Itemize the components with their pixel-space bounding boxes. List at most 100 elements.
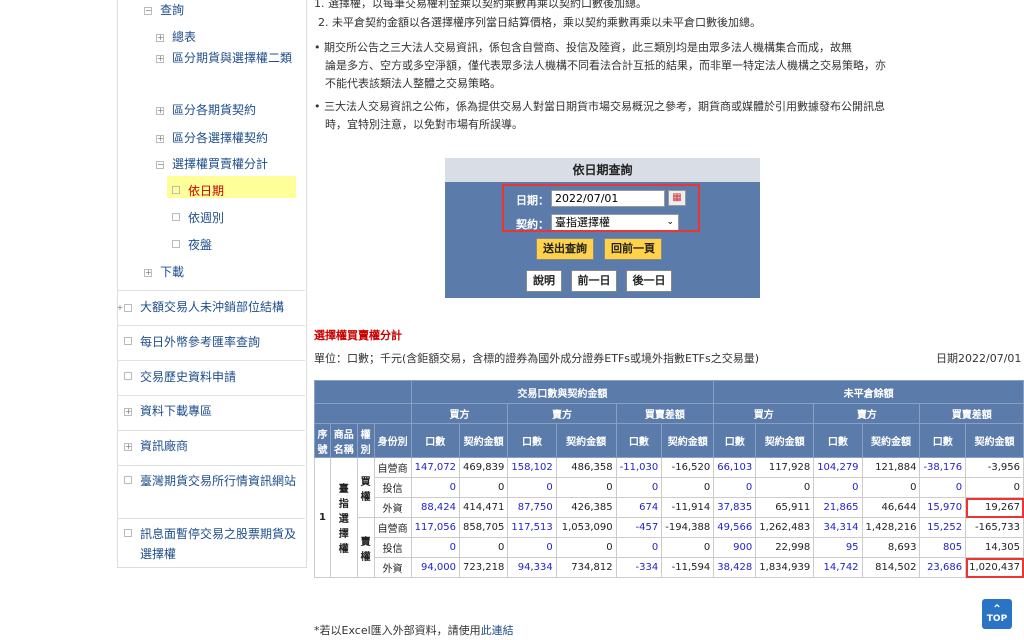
sidebar-item-16[interactable]: 訊息面暫停交易之股票期貨及選擇權 <box>124 524 300 564</box>
sidebar-item-4[interactable]: + 區分各選擇權契約 <box>156 128 268 148</box>
value-cell: 95 <box>813 537 863 558</box>
value-cell: -38,176 <box>919 457 967 478</box>
value-cell: 34,314 <box>813 517 863 538</box>
sidebar-divider <box>117 430 305 431</box>
call-cell: 買權 <box>356 457 375 518</box>
note-1: 1. 選擇權，以每筆交易權利金乘以契約乘數再乘以契約口數後加總。 <box>314 0 647 10</box>
note-4a: • 三大法人交易資訊之公佈，係為提供交易人對當日期貨市場交易概況之參考，期貨商或… <box>314 100 885 113</box>
table-row: 1 臺指選擇權 買權 自營商 147,072 469,839 158,102 486,358-… <box>314 457 1024 578</box>
sidebar-item-label: 選擇權買賣權分計 <box>172 157 269 171</box>
excel-link[interactable]: 此連結 <box>481 624 514 637</box>
value-cell: 0 <box>458 477 509 498</box>
value-cell: 414,471 <box>458 497 509 518</box>
value-cell: 22,998 <box>755 537 815 558</box>
excel-note-text: *若以Excel匯入外部資料，請使用 <box>314 624 481 637</box>
table-row: 投信 0 0 0 0 0 0 0 0 0 0 0 0 <box>315 477 1024 498</box>
sidebar-item-5[interactable]: − 選擇權買賣權分計 <box>156 154 268 174</box>
value-cell: -16,520 <box>661 457 715 478</box>
sidebar-item-12[interactable]: 交易歷史資料申請 <box>124 367 236 387</box>
back-button[interactable]: 回前一頁 <box>604 238 662 260</box>
value-cell: -11,914 <box>661 497 715 518</box>
dot-icon <box>124 476 132 484</box>
value-cell: 1,834,939 <box>755 557 815 578</box>
header-amount: 契約金額 <box>755 423 815 458</box>
value-cell: 814,502 <box>861 557 921 578</box>
product-cell: 臺指選擇權 <box>329 457 358 578</box>
sidebar-item-3[interactable]: + 區分各期貨契約 <box>156 100 256 120</box>
table-row: 投信 0 0 0 0 0 0 900 22,998 95 8,693 805 14,305 <box>315 537 1024 558</box>
sidebar-item-9[interactable]: + 下載 <box>144 262 184 282</box>
value-cell: -334 <box>615 557 663 578</box>
table-row: 外資 88,424 414,471 87,750 426,385 674 -11,914 37… <box>315 497 1024 518</box>
minus-icon: − <box>144 6 152 15</box>
sidebar-item-1[interactable]: + 總表 <box>156 27 196 47</box>
options-table: 交易口數與契約金額 未平倉餘額 買方 賣方 買賣差額 買方 賣方 買賣差額 序號… <box>314 380 1024 578</box>
value-cell: 0 <box>555 477 617 498</box>
value-cell: 23,686 <box>919 557 967 578</box>
sidebar-item-13[interactable]: + 資料下載專區 <box>124 401 212 421</box>
table-row: 賣權 自營商 117,056 858,705 117,513 1,053,090 -457-… <box>315 517 1024 578</box>
header-buy: 買方 <box>410 403 509 424</box>
unit-text: 單位：口數；千元(含鉅額交易，含標的證券為國外成分證券ETFs或境外指數ETFs… <box>314 352 760 365</box>
header-sell: 賣方 <box>507 403 617 424</box>
sidebar-divider <box>117 325 305 326</box>
value-cell: 1,428,216 <box>861 517 921 538</box>
note-2: 2. 未平倉契約金額以各選擇權序列當日結算價格，乘以契約乘數再乘以未平倉口數後加… <box>318 16 761 29</box>
value-cell: 15,252 <box>919 517 967 538</box>
sidebar-item-label: 大額交易人未沖銷部位結構 <box>140 300 285 314</box>
value-cell: -11,594 <box>661 557 715 578</box>
sidebar-item-10[interactable]: + 大額交易人未沖銷部位結構 <box>117 297 300 317</box>
sidebar-item-15[interactable]: 臺灣期貨交易所行情資訊網站 <box>124 471 300 491</box>
sidebar-item-2[interactable]: + 區分期貨與選擇權二類 <box>156 48 292 68</box>
header-lots: 口數 <box>713 423 757 458</box>
header-lots: 口數 <box>507 423 557 458</box>
sidebar-item-label: 下載 <box>160 265 185 279</box>
dot-icon <box>124 529 132 537</box>
sidebar-item-label: 區分期貨與選擇權二類 <box>172 51 293 65</box>
sidebar-divider <box>117 360 305 361</box>
sidebar-item-0[interactable]: − 查詢 <box>144 0 184 20</box>
help-button[interactable]: 說明 <box>526 270 562 292</box>
identity-cell: 自營商 <box>373 457 412 478</box>
sidebar-item-label: 區分各選擇權契約 <box>172 131 269 145</box>
identity-cell: 外資 <box>373 557 412 578</box>
prev-day-button[interactable]: 前一日 <box>571 270 617 292</box>
query-title: 依日期查詢 <box>445 158 760 182</box>
submit-button[interactable]: 送出查詢 <box>536 238 594 260</box>
sidebar-item-6[interactable]: 依日期 <box>172 181 224 201</box>
header-oi-buy: 買方 <box>713 403 815 424</box>
header-blank <box>314 380 412 404</box>
value-cell: 0 <box>615 537 663 558</box>
dot-icon <box>172 186 180 194</box>
back-to-top-button[interactable]: ⌃ TOP <box>982 599 1012 629</box>
sidebar-item-label: 交易歷史資料申請 <box>140 370 237 384</box>
value-cell: 805 <box>919 537 967 558</box>
value-cell: 0 <box>713 477 757 498</box>
sidebar-item-8[interactable]: 夜盤 <box>172 235 212 255</box>
value-cell: 0 <box>861 477 921 498</box>
sidebar-divider <box>117 465 305 466</box>
value-cell: 0 <box>410 477 460 498</box>
value-cell: 486,358 <box>555 457 617 478</box>
value-cell: 38,428 <box>713 557 757 578</box>
value-cell: 0 <box>507 477 557 498</box>
value-cell: 0 <box>555 537 617 558</box>
value-cell: 0 <box>661 537 715 558</box>
next-day-button[interactable]: 後一日 <box>626 270 672 292</box>
sidebar-item-14[interactable]: + 資訊廠商 <box>124 436 188 456</box>
query-highlight-box <box>502 184 700 232</box>
value-cell: 0 <box>410 537 460 558</box>
sidebar-item-7[interactable]: 依週別 <box>172 208 224 228</box>
header-trade: 交易口數與契約金額 <box>410 380 715 404</box>
value-cell: 37,835 <box>713 497 757 518</box>
sidebar-item-label: 依週別 <box>188 211 225 225</box>
value-cell: 65,911 <box>755 497 815 518</box>
note-3b: 論是多方、空方或多空淨額，僅代表眾多法人機構不同看法合計互抵的結果，而非單一特定… <box>325 59 886 72</box>
sidebar-item-label: 每日外幣參考匯率查詢 <box>140 335 261 349</box>
value-cell: 1,053,090 <box>555 517 617 538</box>
header-oi-net: 買賣差額 <box>919 403 1024 424</box>
header-open-interest: 未平倉餘額 <box>713 380 1024 404</box>
header-amount: 契約金額 <box>661 423 715 458</box>
value-cell: 674 <box>615 497 663 518</box>
sidebar-item-11[interactable]: 每日外幣參考匯率查詢 <box>124 332 260 352</box>
